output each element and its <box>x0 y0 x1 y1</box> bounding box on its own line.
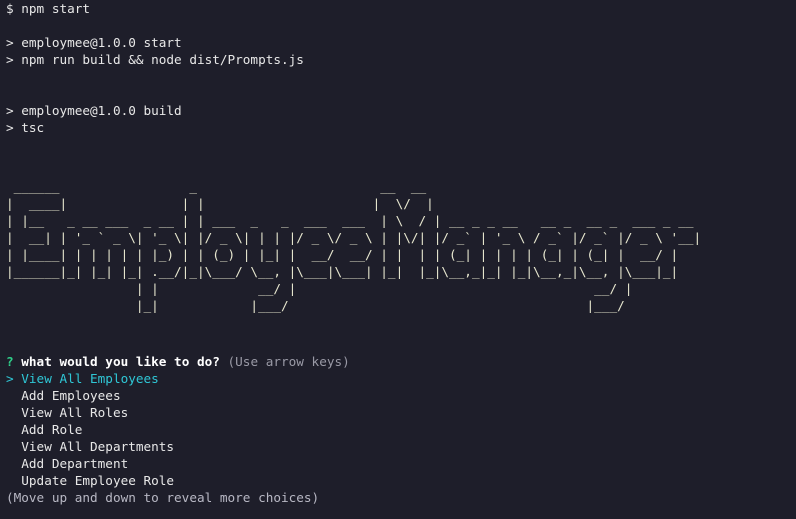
choice-item[interactable]: Update Employee Role <box>6 472 350 489</box>
choice-label: Update Employee Role <box>21 473 175 488</box>
banner-line: | |____| | | | | | |_) | | (_) | |_| | _… <box>6 247 679 262</box>
terminal-window[interactable]: $ npm start > employmee@1.0.0 start > np… <box>0 0 796 519</box>
choice-item[interactable]: Add Role <box>6 421 350 438</box>
banner-line: |______|_| |_| |_| .__/|_|\___/ \__, |\_… <box>6 264 679 279</box>
choice-label: Add Employees <box>21 388 121 403</box>
banner-line: ______ _ __ __ <box>6 179 427 194</box>
command-line: $ npm start <box>6 0 790 17</box>
pointer-icon: > <box>6 371 14 386</box>
choice-label: Add Role <box>21 422 83 437</box>
shell-prompt-symbol: $ <box>6 1 14 16</box>
question-text: what would you like to do? <box>21 354 220 369</box>
footer-hint: (Move up and down to reveal more choices… <box>6 490 320 505</box>
choice-item[interactable]: Add Employees <box>6 387 350 404</box>
banner-line: | ____| | | | \/ | <box>6 196 434 211</box>
command-text: npm start <box>21 1 91 16</box>
choice-label: Add Department <box>21 456 129 471</box>
output-line: > employmee@1.0.0 build <box>6 103 182 118</box>
output-line: > tsc <box>6 120 45 135</box>
choice-label: View All Roles <box>21 405 129 420</box>
question-hint: (Use arrow keys) <box>227 354 350 369</box>
output-line: > employmee@1.0.0 start <box>6 35 182 50</box>
banner-line: | | __/ | __/ | <box>6 281 633 296</box>
question-line: ? what would you like to do? (Use arrow … <box>6 353 350 370</box>
choice-item[interactable]: View All Departments <box>6 438 350 455</box>
question-mark-icon: ? <box>6 354 14 369</box>
banner-line: | |__ _ __ ___ _ __ | | ___ _ _ ___ ___ … <box>6 213 694 228</box>
output-line: > npm run build && node dist/Prompts.js <box>6 52 304 67</box>
banner-line: | __| | '_ ` _ \| '_ \| |/ _ \| | | |/ _… <box>6 230 702 245</box>
choice-label: View All Employees <box>21 371 159 386</box>
choice-label: View All Departments <box>21 439 175 454</box>
banner-line: |_| |___/ |___/ <box>6 298 625 313</box>
choice-item[interactable]: Add Department <box>6 455 350 472</box>
prompt-menu: ? what would you like to do? (Use arrow … <box>6 353 350 506</box>
ascii-banner: ______ _ __ __ | ____| | | | \/ | | |__ … <box>6 178 790 314</box>
choice-item[interactable]: View All Roles <box>6 404 350 421</box>
choice-item-selected[interactable]: > View All Employees <box>6 370 350 387</box>
